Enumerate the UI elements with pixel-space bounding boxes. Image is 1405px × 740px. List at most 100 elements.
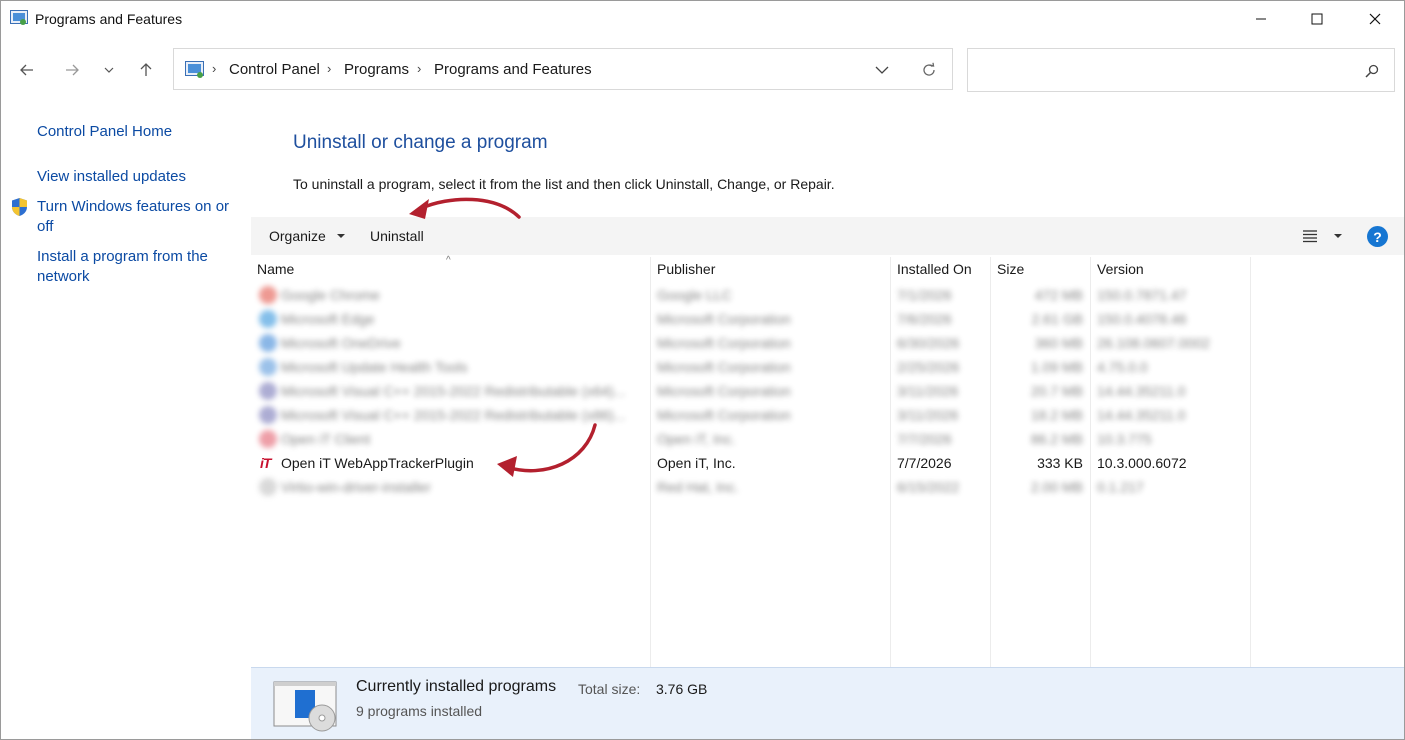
column-header-size[interactable]: Size bbox=[997, 261, 1024, 277]
program-installed-on: 3/11/2026 bbox=[897, 383, 959, 399]
minimize-icon bbox=[1256, 18, 1266, 20]
program-name: Microsoft Edge bbox=[281, 311, 375, 327]
program-publisher: Google LLC bbox=[657, 287, 732, 303]
organize-caret-icon bbox=[337, 234, 345, 238]
breadcrumb-separator: › bbox=[417, 61, 422, 76]
program-size: 18.2 MB bbox=[1030, 407, 1083, 423]
update-icon bbox=[259, 358, 277, 376]
turn-windows-features-link[interactable]: Turn Windows features on or off bbox=[37, 197, 237, 237]
search-icon bbox=[1365, 64, 1379, 78]
maximize-button[interactable] bbox=[1294, 1, 1340, 37]
program-name: Google Chrome bbox=[281, 287, 380, 303]
chrome-icon bbox=[259, 286, 277, 304]
column-header-publisher[interactable]: Publisher bbox=[657, 261, 715, 277]
refresh-icon bbox=[923, 62, 935, 76]
program-publisher: Open iT, Inc. bbox=[657, 455, 736, 471]
table-row-open-it-webapptrackerplugin[interactable]: iT Open iT WebAppTrackerPlugin Open iT, … bbox=[251, 451, 1251, 475]
program-version: 4.75.0.0 bbox=[1097, 359, 1148, 375]
page-description: To uninstall a program, select it from t… bbox=[293, 176, 835, 192]
view-list-icon[interactable] bbox=[1302, 229, 1318, 243]
program-size: 472 MB bbox=[1034, 287, 1083, 303]
breadcrumb-separator: › bbox=[327, 61, 332, 76]
program-publisher: Red Hat, Inc. bbox=[657, 479, 739, 495]
table-row[interactable]: Open iT Client Open iT, Inc. 7/7/2026 86… bbox=[251, 427, 1251, 451]
program-installed-on: 7/1/2026 bbox=[897, 287, 952, 303]
program-name: Microsoft Update Health Tools bbox=[281, 359, 468, 375]
view-options-caret-icon[interactable] bbox=[1334, 234, 1342, 238]
page-title: Uninstall or change a program bbox=[293, 132, 548, 153]
title-bar: Programs and Features bbox=[1, 1, 1404, 37]
address-bar[interactable]: › Control Panel › Programs › Programs an… bbox=[173, 48, 953, 90]
recent-locations-button[interactable] bbox=[97, 56, 121, 84]
sort-ascending-icon: ^ bbox=[446, 255, 451, 266]
column-header-name[interactable]: Name bbox=[257, 261, 294, 277]
program-size: 1.09 MB bbox=[1030, 359, 1083, 375]
program-name: Microsoft Visual C++ 2015-2022 Redistrib… bbox=[281, 407, 626, 423]
table-row[interactable]: Microsoft Update Health Tools Microsoft … bbox=[251, 355, 1251, 379]
table-row[interactable]: Microsoft Visual C++ 2015-2022 Redistrib… bbox=[251, 403, 1251, 427]
program-size: 2.61 GB bbox=[1031, 311, 1083, 327]
status-title: Currently installed programs bbox=[356, 678, 557, 695]
up-button[interactable] bbox=[132, 56, 160, 84]
breadcrumb-programs[interactable]: Programs bbox=[344, 61, 409, 78]
table-row[interactable]: Microsoft Edge Microsoft Corporation 7/6… bbox=[251, 307, 1251, 331]
program-publisher: Microsoft Corporation bbox=[657, 335, 791, 351]
program-installed-on: 3/11/2026 bbox=[897, 407, 959, 423]
address-dropdown-button[interactable] bbox=[871, 59, 893, 81]
back-button[interactable] bbox=[13, 56, 41, 84]
program-name: Microsoft OneDrive bbox=[281, 335, 401, 351]
program-name: Microsoft Visual C++ 2015-2022 Redistrib… bbox=[281, 383, 626, 399]
program-publisher: Microsoft Corporation bbox=[657, 359, 791, 375]
annotation-arrowhead bbox=[409, 199, 429, 219]
program-version: 26.108.0607.0002 bbox=[1097, 335, 1210, 351]
program-installed-on: 7/7/2026 bbox=[897, 431, 952, 447]
view-installed-updates-link[interactable]: View installed updates bbox=[37, 167, 186, 187]
arrow-left-icon bbox=[20, 64, 33, 76]
program-installed-on: 6/30/2026 bbox=[897, 335, 960, 351]
onedrive-icon bbox=[259, 334, 277, 352]
search-box[interactable] bbox=[967, 48, 1395, 92]
refresh-button[interactable] bbox=[918, 59, 940, 81]
program-version: 10.3.000.6072 bbox=[1097, 455, 1187, 471]
column-header-version[interactable]: Version bbox=[1097, 261, 1144, 277]
forward-button[interactable] bbox=[58, 56, 86, 84]
program-publisher: Microsoft Corporation bbox=[657, 383, 791, 399]
program-version: 150.0.7871.47 bbox=[1097, 287, 1187, 303]
vcredist-icon bbox=[259, 406, 277, 424]
table-row[interactable]: Microsoft OneDrive Microsoft Corporation… bbox=[251, 331, 1251, 355]
help-button[interactable]: ? bbox=[1367, 226, 1388, 247]
table-row[interactable]: Google Chrome Google LLC 7/1/2026 472 MB… bbox=[251, 283, 1251, 307]
program-version: 14.44.35211.0 bbox=[1097, 383, 1186, 399]
control-panel-home-link[interactable]: Control Panel Home bbox=[37, 122, 172, 142]
organize-button[interactable]: Organize bbox=[269, 228, 326, 244]
close-button[interactable] bbox=[1352, 1, 1398, 37]
table-row[interactable]: Virtio-win-driver-installer Red Hat, Inc… bbox=[251, 475, 1251, 499]
uninstall-button[interactable]: Uninstall bbox=[370, 228, 424, 244]
program-size: 2.00 MB bbox=[1030, 479, 1083, 495]
minimize-button[interactable] bbox=[1238, 1, 1284, 37]
annotation-arrow-to-uninstall bbox=[417, 197, 521, 219]
program-name: Virtio-win-driver-installer bbox=[281, 479, 431, 495]
program-name: Open iT Client bbox=[281, 431, 371, 447]
control-panel-icon bbox=[185, 61, 204, 78]
breadcrumb-programs-and-features[interactable]: Programs and Features bbox=[434, 61, 592, 78]
shield-icon bbox=[12, 198, 27, 216]
openit-logo-icon: iT bbox=[260, 455, 271, 471]
breadcrumb-control-panel[interactable]: Control Panel bbox=[229, 61, 320, 78]
redhat-icon bbox=[259, 478, 277, 496]
arrow-up-icon bbox=[140, 63, 152, 76]
program-installed-on: 6/15/2022 bbox=[897, 479, 960, 495]
program-installed-on: 2/25/2026 bbox=[897, 359, 960, 375]
program-installed-on: 7/7/2026 bbox=[897, 455, 952, 471]
program-count: 9 programs installed bbox=[356, 703, 483, 719]
arrow-right-icon bbox=[66, 64, 79, 76]
program-publisher: Open iT, Inc. bbox=[657, 431, 736, 447]
maximize-icon bbox=[1311, 13, 1323, 25]
program-size: 20.7 MB bbox=[1030, 383, 1083, 399]
column-header-installed-on[interactable]: Installed On bbox=[897, 261, 972, 277]
install-from-network-link[interactable]: Install a program from the network bbox=[37, 247, 227, 287]
program-publisher: Microsoft Corporation bbox=[657, 311, 791, 327]
program-version: 14.44.35211.0 bbox=[1097, 407, 1186, 423]
table-row[interactable]: Microsoft Visual C++ 2015-2022 Redistrib… bbox=[251, 379, 1251, 403]
total-size-value: 3.76 GB bbox=[656, 681, 708, 697]
